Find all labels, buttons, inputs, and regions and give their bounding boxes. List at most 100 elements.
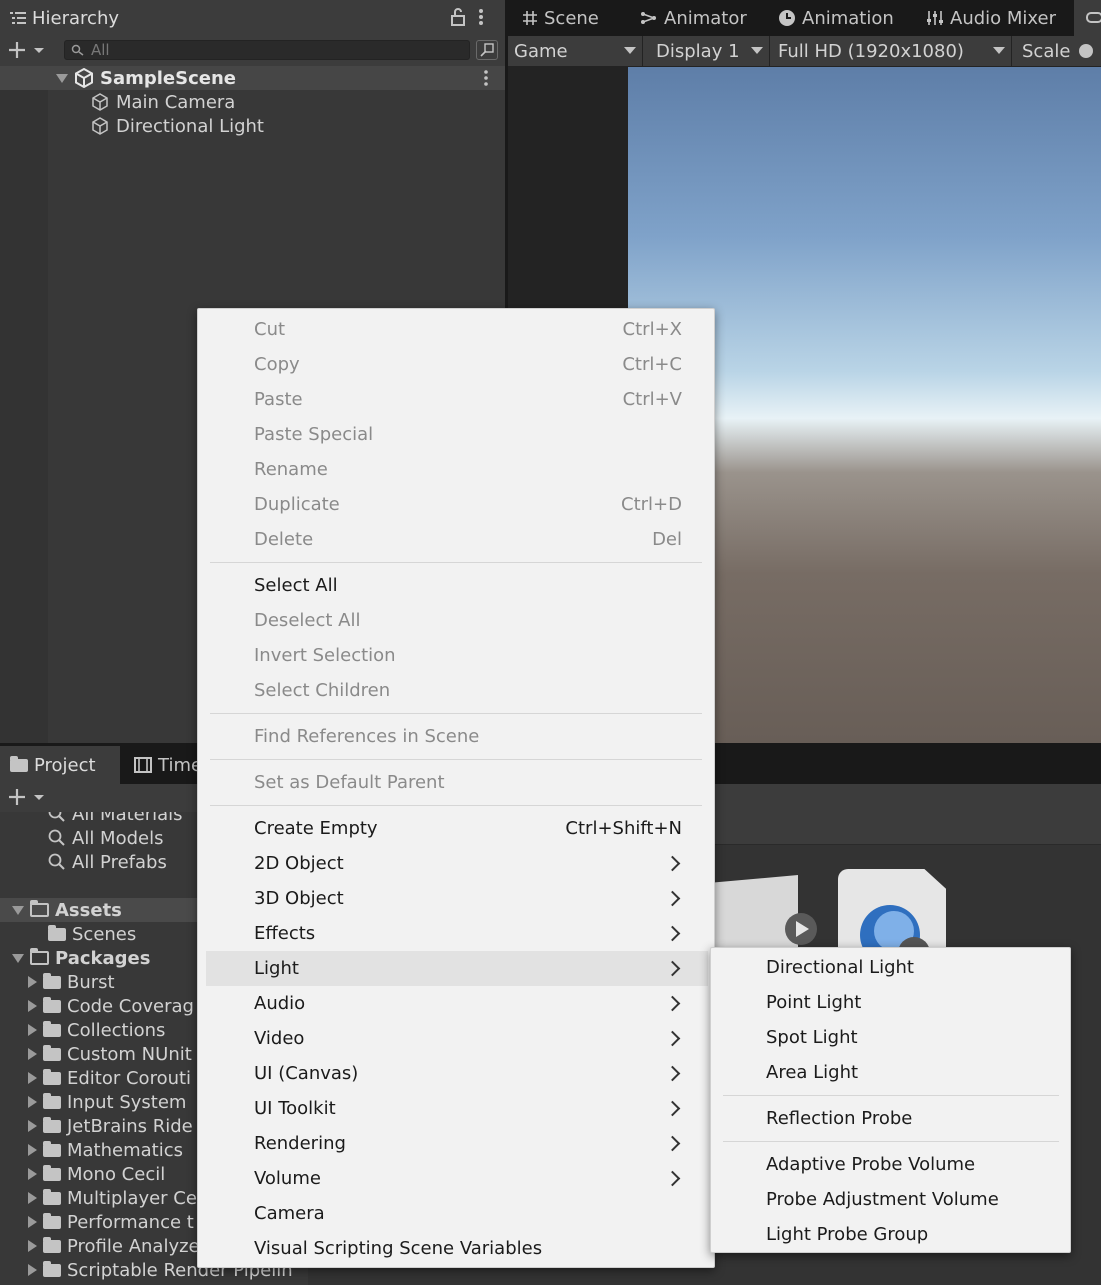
hierarchy-item-directional-light[interactable]: Directional Light (90, 114, 264, 138)
add-asset-icon[interactable] (8, 788, 48, 806)
collapse-arrow-icon[interactable] (28, 1264, 37, 1276)
collapse-arrow-icon[interactable] (28, 1072, 37, 1084)
submenu-item-area-light[interactable]: Area Light (711, 1055, 1072, 1090)
submenu-item-point-light[interactable]: Point Light (711, 985, 1072, 1020)
submenu-chevron-icon (664, 1065, 681, 1082)
collapse-arrow-icon[interactable] (28, 1048, 37, 1060)
add-icon[interactable] (8, 41, 48, 59)
menu-item-audio[interactable]: Audio (198, 986, 716, 1021)
tree-package-profile-analyzer[interactable]: Profile Analyze (28, 1234, 200, 1258)
menu-item-delete[interactable]: Delete Del (198, 522, 716, 557)
kebab-menu-icon[interactable] (478, 8, 484, 26)
submenu-item-reflection-probe[interactable]: Reflection Probe (711, 1101, 1072, 1136)
tab-animator[interactable]: Animator (630, 0, 757, 36)
collapse-arrow-icon[interactable] (28, 1144, 37, 1156)
menu-item-paste[interactable]: Paste Ctrl+V (198, 382, 716, 417)
tree-package-code-coverage[interactable]: Code Coverag (28, 994, 194, 1018)
scale-slider[interactable]: Scale (1016, 36, 1101, 66)
menu-item-deselect-all[interactable]: Deselect All (198, 603, 716, 638)
submenu-chevron-icon (664, 855, 681, 872)
menu-item-select-all[interactable]: Select All (198, 568, 716, 603)
lock-icon[interactable] (450, 8, 466, 26)
resolution-dropdown[interactable]: Full HD (1920x1080) (772, 36, 1012, 66)
menu-item-invert-selection[interactable]: Invert Selection (198, 638, 716, 673)
gamepad-icon (1086, 10, 1101, 24)
menu-item-visual-scripting[interactable]: Visual Scripting Scene Variables (198, 1231, 716, 1266)
tree-package-jetbrains-rider[interactable]: JetBrains Ride (28, 1114, 193, 1138)
menu-item-light[interactable]: Light (206, 951, 708, 986)
tree-package-custom-nunit[interactable]: Custom NUnit (28, 1042, 192, 1066)
collapse-arrow-icon[interactable] (28, 1024, 37, 1036)
menu-item-cut[interactable]: Cut Ctrl+X (198, 312, 716, 347)
menu-item-set-default-parent[interactable]: Set as Default Parent (198, 765, 716, 800)
tab-scene[interactable]: Scene (512, 0, 609, 36)
collapse-arrow-icon[interactable] (28, 1216, 37, 1228)
collapse-arrow-icon[interactable] (28, 1096, 37, 1108)
menu-item-3d-object[interactable]: 3D Object (198, 881, 716, 916)
menu-item-volume[interactable]: Volume (198, 1161, 716, 1196)
collapse-arrow-icon[interactable] (28, 1000, 37, 1012)
menu-item-duplicate[interactable]: Duplicate Ctrl+D (198, 487, 716, 522)
menu-item-camera[interactable]: Camera (198, 1196, 716, 1231)
tab-audio-mixer[interactable]: Audio Mixer (916, 0, 1066, 36)
tree-folder-scenes[interactable]: Scenes (48, 922, 136, 946)
menu-item-video[interactable]: Video (198, 1021, 716, 1056)
submenu-item-spot-light[interactable]: Spot Light (711, 1020, 1072, 1055)
tree-package-editor-coroutines[interactable]: Editor Corouti (28, 1066, 191, 1090)
tree-package-mathematics[interactable]: Mathematics (28, 1138, 183, 1162)
hierarchy-item-main-camera[interactable]: Main Camera (90, 90, 235, 114)
favorite-label: All Models (72, 827, 164, 849)
hierarchy-scene-row[interactable]: SampleScene (0, 66, 505, 90)
expand-arrow-icon[interactable] (56, 73, 68, 83)
folder-icon (43, 1260, 61, 1277)
scene-kebab-icon[interactable] (483, 70, 489, 86)
display-dropdown[interactable]: Display 1 (650, 36, 770, 66)
tree-package-input-system[interactable]: Input System (28, 1090, 186, 1114)
folder-open-icon (30, 948, 49, 965)
menu-item-select-children[interactable]: Select Children (198, 673, 716, 708)
menu-item-copy[interactable]: Copy Ctrl+C (198, 347, 716, 382)
favorite-all-materials[interactable]: All Materials (48, 812, 183, 826)
scene-search-icon[interactable] (476, 40, 498, 60)
expand-arrow-icon[interactable] (12, 953, 24, 963)
collapse-arrow-icon[interactable] (28, 1192, 37, 1204)
tree-package-collections[interactable]: Collections (28, 1018, 165, 1042)
menu-item-effects[interactable]: Effects (198, 916, 716, 951)
collapse-arrow-icon[interactable] (28, 1240, 37, 1252)
game-view-dropdown[interactable]: Game (508, 36, 643, 66)
hierarchy-search-input[interactable]: All (64, 40, 470, 60)
menu-item-create-empty[interactable]: Create Empty Ctrl+Shift+N (198, 811, 716, 846)
tree-package-multiplayer-center[interactable]: Multiplayer Ce (28, 1186, 197, 1210)
tree-package-performance-testing[interactable]: Performance t (28, 1210, 194, 1234)
menu-item-rename[interactable]: Rename (198, 452, 716, 487)
slider-thumb-icon[interactable] (1078, 43, 1094, 59)
submenu-item-light-probe-group[interactable]: Light Probe Group (711, 1217, 1072, 1252)
favorite-all-models[interactable]: All Models (48, 826, 163, 850)
submenu-item-adaptive-probe-volume[interactable]: Adaptive Probe Volume (711, 1147, 1072, 1182)
submenu-chevron-icon (664, 925, 681, 942)
menu-item-ui-canvas[interactable]: UI (Canvas) (198, 1056, 716, 1091)
submenu-item-directional-light[interactable]: Directional Light (711, 950, 1072, 985)
clock-icon (778, 9, 796, 27)
collapse-arrow-icon[interactable] (28, 1120, 37, 1132)
favorite-all-prefabs[interactable]: All Prefabs (48, 850, 167, 874)
tree-package-burst[interactable]: Burst (28, 970, 115, 994)
menu-item-rendering[interactable]: Rendering (198, 1126, 716, 1161)
tab-project[interactable]: Project (0, 746, 120, 784)
menu-item-find-references[interactable]: Find References in Scene (198, 719, 716, 754)
collapse-arrow-icon[interactable] (28, 1168, 37, 1180)
menu-item-ui-toolkit[interactable]: UI Toolkit (198, 1091, 716, 1126)
collapse-arrow-icon[interactable] (28, 976, 37, 988)
tab-animation[interactable]: Animation (768, 0, 904, 36)
menu-item-label: Rename (254, 459, 328, 480)
expand-arrow-icon[interactable] (12, 905, 24, 915)
tab-hierarchy[interactable]: Hierarchy (0, 0, 142, 36)
menu-item-label: UI Toolkit (254, 1098, 336, 1119)
submenu-item-probe-adjustment-volume[interactable]: Probe Adjustment Volume (711, 1182, 1072, 1217)
menu-separator (723, 1095, 1059, 1096)
menu-item-2d-object[interactable]: 2D Object (198, 846, 716, 881)
tree-package-mono-cecil[interactable]: Mono Cecil (28, 1162, 165, 1186)
folder-icon (43, 1044, 61, 1061)
tab-game[interactable] (1074, 0, 1101, 36)
menu-item-paste-special[interactable]: Paste Special (198, 417, 716, 452)
